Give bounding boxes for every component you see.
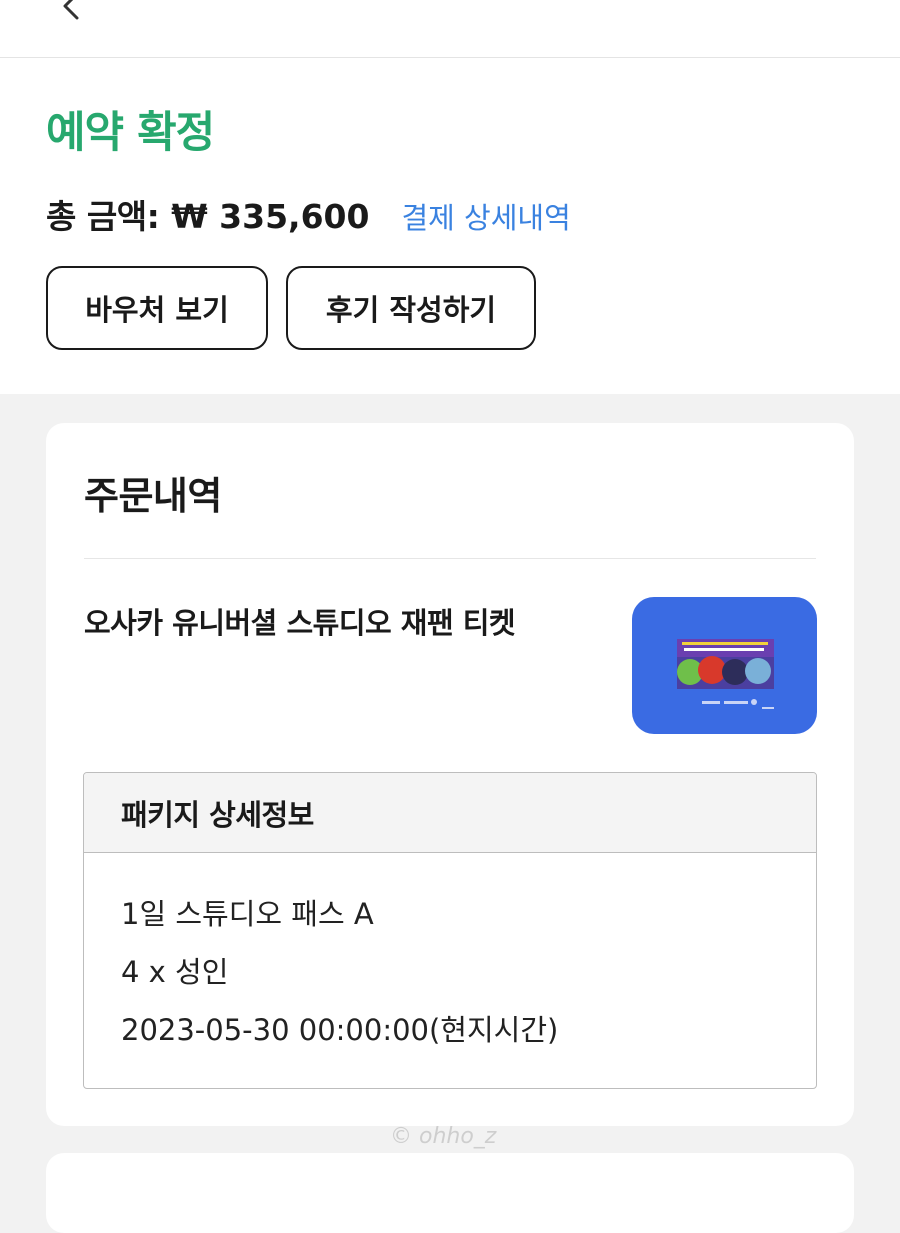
divider	[84, 558, 816, 559]
total-amount: ₩ 335,600	[171, 197, 370, 236]
package-details-box: 패키지 상세정보 1일 스튜디오 패스 A 4 x 성인 2023-05-30 …	[83, 772, 817, 1089]
payment-detail-link[interactable]: 결제 상세내역	[401, 195, 570, 237]
total-label: 총 금액:	[46, 197, 160, 236]
chevron-left-icon	[63, 0, 79, 20]
action-buttons: 바우처 보기 후기 작성하기	[46, 266, 536, 350]
reservation-status: 예약 확정	[46, 108, 215, 158]
next-card	[46, 1153, 854, 1233]
order-details-card: 주문내역 오사카 유니버셜 스튜디오 재팬 티켓 패키지 상세정보 1일 스튜디…	[46, 423, 854, 1126]
package-details-header: 패키지 상세정보	[84, 773, 816, 853]
package-option: 1일 스튜디오 패스 A	[121, 897, 374, 931]
package-details-body: 1일 스튜디오 패스 A 4 x 성인 2023-05-30 00:00:00(…	[84, 853, 816, 1069]
top-bar	[0, 0, 900, 58]
reservation-summary: 예약 확정 총 금액: ₩ 335,600 결제 상세내역 바우처 보기 후기 …	[0, 58, 900, 394]
product-name[interactable]: 오사카 유니버셜 스튜디오 재팬 티켓	[84, 603, 584, 643]
back-button[interactable]	[50, 0, 90, 30]
package-quantity: 4 x 성인	[121, 955, 229, 989]
view-voucher-button[interactable]: 바우처 보기	[46, 266, 268, 350]
package-datetime: 2023-05-30 00:00:00(현지시간)	[121, 1013, 559, 1047]
order-section-title: 주문내역	[84, 474, 222, 518]
write-review-button[interactable]: 후기 작성하기	[286, 266, 536, 350]
ticket-poster-image	[677, 639, 774, 709]
watermark: © ohho_z	[390, 1124, 497, 1149]
product-thumbnail[interactable]	[632, 597, 817, 734]
total-row: 총 금액: ₩ 335,600 결제 상세내역	[46, 190, 571, 238]
